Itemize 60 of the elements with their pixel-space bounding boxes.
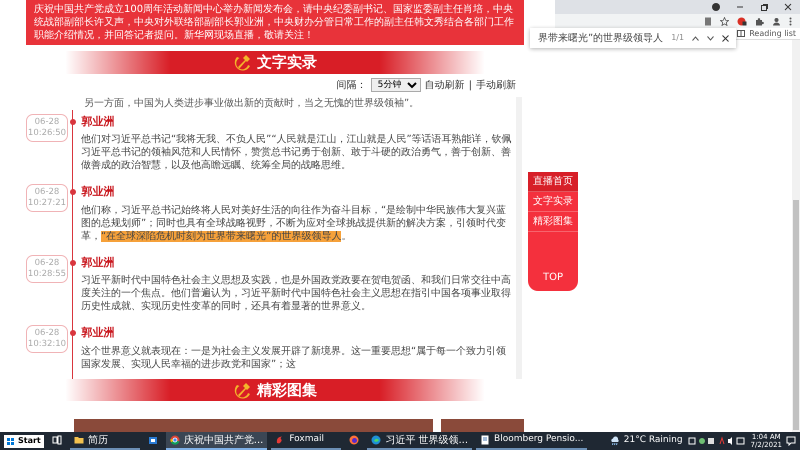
reading-list-link[interactable]: Reading list (749, 28, 796, 40)
nav-link[interactable]: 文字实录 (528, 192, 578, 212)
hammer-sickle-icon (233, 52, 253, 72)
separator: | (468, 78, 472, 92)
timestamp-badge: 06-28 10:32:10 (26, 325, 68, 353)
star-icon[interactable] (720, 16, 729, 26)
cloud-rain-icon (610, 436, 620, 446)
extension-badge-icon[interactable] (737, 16, 747, 26)
timestamp-badge: 06-28 10:26:50 (26, 114, 68, 142)
notification-icon[interactable] (786, 436, 796, 446)
caret-up-icon (692, 36, 700, 40)
windows-logo-icon (7, 438, 14, 444)
speaker-name: 郭业洲 (82, 184, 114, 200)
account-icon[interactable] (772, 16, 781, 26)
match-count: 1/1 (671, 32, 684, 44)
scrollbar[interactable] (792, 40, 800, 432)
section-title: 文字实录 (257, 52, 317, 73)
transcript-text: 另一方面，中国为人类进步事业做出新的贡献时，当之无愧的世界级领袖”。 (84, 96, 420, 110)
reading-list-icon[interactable] (737, 30, 746, 37)
restore-icon[interactable] (760, 3, 768, 11)
transcript-text: 他们称，习近平总书记始终将人民对美好生活的向往作为奋斗目标，“是绘制中华民族伟大复兴蓝图的总规划师”；同时也具有全球战略视野，不断为应对全球挑战提供新的解决方案，引领时代变革，“在全球深陷危机时刻为世界带来曙光”的世界级领导人。 (81, 204, 508, 242)
section-title: 精彩图集 (257, 380, 317, 400)
timestamp-badge: 06-28 10:28:55 (26, 254, 68, 282)
find-query: 界带来曙光”的世界级领导人 (538, 32, 664, 46)
auto-refresh-link[interactable]: 自动刷新 (424, 78, 465, 92)
taskbar-app-button[interactable]: 习近平 世界级领... (367, 432, 472, 450)
transcript-text: 他们对习近平总书记“我将无我、不负人民”“人民就是江山，江山就是人民”等话语耳熟能详，钦佩习近平总书记的领袖风范和人民情怀，赞赏总书记勇于创新、敢于斗硬的政治勇气，善于创新、善做善成的政治智慧，以及他高瞻远瞩、统筹全局的战略思维。 (81, 133, 513, 172)
previous-match-button[interactable] (692, 36, 700, 40)
back-to-top-link[interactable]: TOP (528, 270, 578, 285)
edge-icon (371, 435, 382, 445)
speaker-name: 郭业洲 (82, 254, 114, 270)
timestamp-badge: 06-28 10:27:21 (26, 184, 68, 212)
interval-select[interactable]: 5分钟 (370, 78, 421, 92)
page-icon[interactable] (704, 16, 712, 26)
tray-icons-drawing (686, 436, 747, 446)
start-button[interactable]: Start (4, 434, 44, 448)
folder-icon (74, 435, 84, 445)
puzzle-icon[interactable] (755, 16, 764, 26)
document-icon (480, 435, 490, 445)
menu-icon[interactable] (789, 16, 792, 26)
chrome-icon (170, 435, 180, 445)
interval-label: 间隔： (336, 78, 367, 92)
announcement-banner: 庆祝中国共产党成立100周年活动新闻中心举办新闻发布会，请中央纪委副书记、国家监委副主任肖培，中央统战部副部长许又声，中央对外联络部副部长郭业洲，中央财办分管日常工作的副主任韩文秀结合各部门工作职能介绍情况，并回答记者提问。新华网现场直播，敬请关注！ (26, 0, 524, 45)
transcript-text: 这个世界意义就表现在：一是为社会主义发展开辟了新境界。这一重要思想“属于每一个致力引领国家发展、实现人民幸福的进步政党和国家”；这 (81, 344, 508, 370)
caret-down-icon (707, 36, 714, 40)
close-icon[interactable] (784, 3, 792, 11)
next-match-button[interactable] (707, 36, 714, 40)
taskbar-app-button[interactable]: Bloomberg Pensio... (476, 432, 588, 450)
close-icon (722, 34, 730, 42)
manual-refresh-link[interactable]: 手动刷新 (476, 78, 516, 92)
nav-link[interactable]: 直播首页 (528, 172, 578, 192)
taskbar-app-button[interactable]: 简历 (70, 432, 140, 450)
speaker-name: 郭业洲 (82, 114, 114, 130)
weather-text: 21°C Raining (624, 434, 683, 448)
close-find-button[interactable] (722, 34, 730, 42)
speaker-name: 郭业洲 (82, 325, 114, 341)
transcript-text: 习近平新时代中国特色社会主义思想及实践，也是外国政党政要在贺电贺函、和我们日常交往中高度关注的一个焦点。他们普遍认为，习近平新时代中国特色社会主义思想在指引中国各项事业取得历史性成就、实现历史性变革的同时，还具有着显著的世界意义。 (81, 274, 512, 313)
nav-link[interactable]: 精彩图集 (528, 212, 578, 232)
taskbar-app-button[interactable]: Foxmail (271, 432, 342, 450)
taskbar-app-button[interactable]: 庆祝中国共产党... (166, 432, 268, 450)
